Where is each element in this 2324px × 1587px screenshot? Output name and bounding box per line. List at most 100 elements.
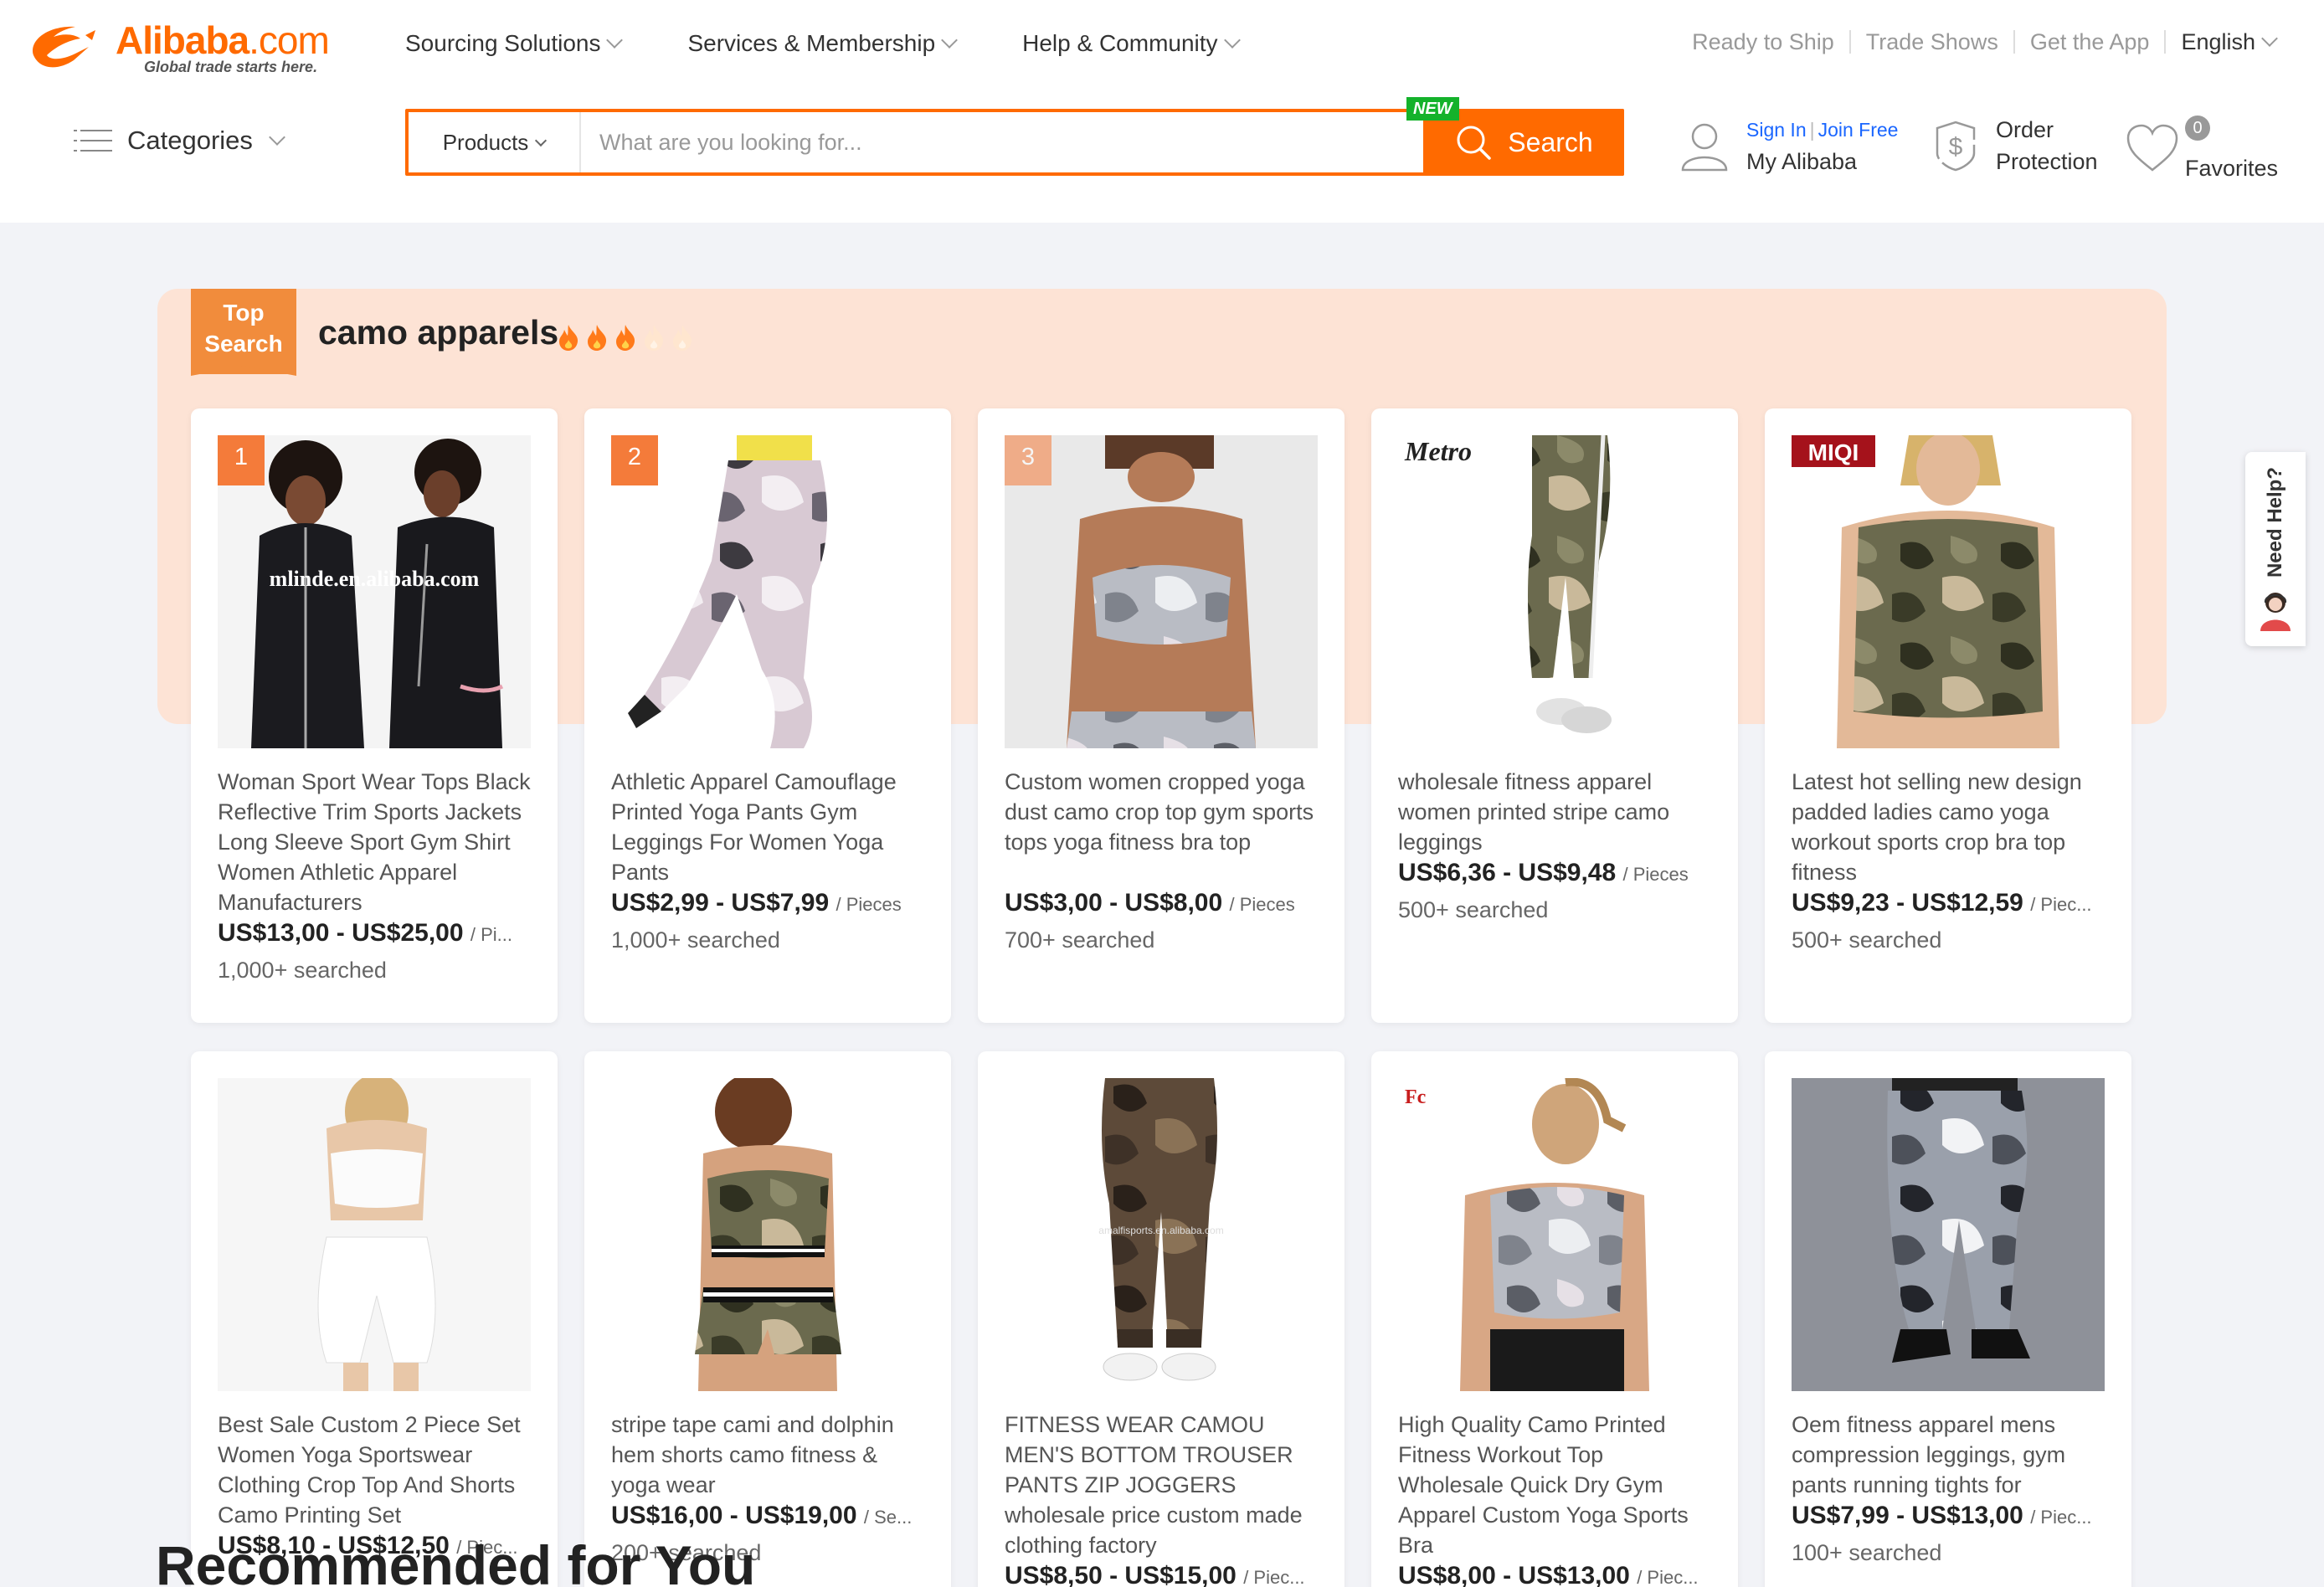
price-unit: / Piec... <box>1243 1567 1305 1587</box>
support-agent-icon <box>2260 593 2291 632</box>
search-category-value: Products <box>442 129 529 155</box>
product-card[interactable]: MIQI Latest hot selling new design padded… <box>1765 408 2131 1023</box>
chevron-down-icon <box>2261 30 2278 47</box>
nav-label: Sourcing Solutions <box>405 30 601 56</box>
chevron-down-icon <box>269 129 285 146</box>
brand-domain: .com <box>249 18 330 62</box>
price-range: US$8,00 - US$13,00 <box>1398 1562 1630 1587</box>
product-image[interactable] <box>611 1078 924 1391</box>
my-alibaba-link[interactable]: My Alibaba <box>1746 146 1898 177</box>
flame-icon-empty <box>673 325 692 351</box>
categories-label: Categories <box>127 126 253 155</box>
searched-count: 700+ searched <box>1005 927 1155 953</box>
price-range: US$7,99 - US$13,00 <box>1792 1502 2023 1529</box>
nav-help-community[interactable]: Help & Community <box>1022 30 1241 57</box>
nav-services-membership[interactable]: Services & Membership <box>687 30 959 57</box>
top-navigation: Sourcing Solutions Services & Membership… <box>405 30 1241 57</box>
product-image[interactable]: amalfisports.en.alibaba.com <box>1005 1078 1318 1391</box>
product-title[interactable]: Oem fitness apparel mens compression leg… <box>1792 1410 2106 1500</box>
price-unit: / Pieces <box>1229 894 1295 915</box>
need-help-tab[interactable]: Need Help? <box>2245 452 2306 646</box>
heart-icon <box>2126 124 2178 172</box>
price-unit: / Pieces <box>836 894 902 915</box>
product-card[interactable]: 2 Athletic Apparel Camouflage Printed Yog… <box>584 408 951 1023</box>
search-input[interactable] <box>581 112 1566 172</box>
site-header: Alibaba.com Global trade starts here. So… <box>0 0 2324 223</box>
product-title[interactable]: FITNESS WEAR CAMOU MEN'S BOTTOM TROUSER … <box>1005 1410 1319 1560</box>
product-card[interactable]: Oem fitness apparel mens compression leg… <box>1765 1051 2131 1587</box>
get-app-link[interactable]: Get the App <box>2015 30 2167 54</box>
product-image[interactable] <box>611 435 924 748</box>
product-card[interactable]: Metro wholesale fitness apparel women pri… <box>1371 408 1738 1023</box>
product-image[interactable] <box>1005 435 1318 748</box>
product-title[interactable]: High Quality Camo Printed Fitness Workou… <box>1398 1410 1713 1560</box>
shield-dollar-icon: $ <box>1936 121 1976 172</box>
price-range: US$2,99 - US$7,99 <box>611 889 830 917</box>
language-selector[interactable]: English <box>2166 30 2291 54</box>
brand-name: Alibaba <box>116 18 249 62</box>
favorites-count-badge: 0 <box>2185 116 2210 141</box>
join-free-link[interactable]: Join Free <box>1818 119 1899 141</box>
need-help-label: Need Help? <box>2264 466 2286 578</box>
product-title[interactable]: Best Sale Custom 2 Piece Set Women Yoga … <box>218 1410 532 1530</box>
svg-text:$: $ <box>1949 133 1963 161</box>
language-label: English <box>2181 29 2255 54</box>
ribbon-tail <box>191 366 296 376</box>
price-range: US$16,00 - US$19,00 <box>611 1502 857 1529</box>
alibaba-logo[interactable]: Alibaba.com Global trade starts here. <box>25 18 330 76</box>
categories-menu[interactable]: Categories <box>74 126 285 156</box>
product-title[interactable]: stripe tape cami and dolphin hem shorts … <box>611 1410 926 1500</box>
product-price: US$16,00 - US$19,00 / Se... <box>611 1502 929 1530</box>
trade-shows-link[interactable]: Trade Shows <box>1851 30 2015 54</box>
svg-text:MIQI: MIQI <box>1808 439 1859 465</box>
nav-sourcing-solutions[interactable]: Sourcing Solutions <box>405 30 624 57</box>
order-protection-line2: Protection <box>1996 149 2098 174</box>
order-protection[interactable]: $ Order Protection <box>1932 114 2098 177</box>
search-button-label: Search <box>1508 126 1593 157</box>
svg-text:amalfisports.en.alibaba.com: amalfisports.en.alibaba.com <box>1098 1225 1223 1236</box>
ready-to-ship-link[interactable]: Ready to Ship <box>1677 30 1851 54</box>
product-price: US$2,99 - US$7,99 / Pieces <box>611 889 929 917</box>
product-title[interactable]: Athletic Apparel Camouflage Printed Yoga… <box>611 767 926 887</box>
product-card[interactable]: 3 Custom women cropped yoga dust camo cro… <box>978 408 1345 1023</box>
searched-count: 1,000+ searched <box>218 958 387 983</box>
product-price: US$3,00 - US$8,00 / Pieces <box>1005 889 1323 917</box>
product-card[interactable]: Fc High Quality Camo Printed Fitness Work… <box>1371 1051 1738 1587</box>
product-title[interactable]: Latest hot selling new design padded lad… <box>1792 767 2106 887</box>
price-range: US$8,50 - US$15,00 <box>1005 1562 1237 1587</box>
product-image[interactable] <box>218 1078 531 1391</box>
product-card[interactable]: mlinde.en.alibaba.com 1 Woman Sport Wear T… <box>191 408 558 1023</box>
ribbon-line1: Top <box>223 300 265 326</box>
rank-badge: 1 <box>218 435 265 485</box>
product-card[interactable]: Best Sale Custom 2 Piece Set Women Yoga … <box>191 1051 558 1587</box>
heat-rating <box>556 323 695 352</box>
product-title[interactable]: Custom women cropped yoga dust camo crop… <box>1005 767 1319 857</box>
product-image[interactable]: Metro <box>1398 435 1711 748</box>
rank-badge: 3 <box>1005 435 1051 485</box>
ribbon-line2: Search <box>204 331 283 357</box>
price-unit: / Piec... <box>2030 894 2092 915</box>
product-card[interactable]: amalfisports.en.alibaba.com FITNESS WEAR … <box>978 1051 1345 1587</box>
search-category-dropdown[interactable]: Products <box>409 112 581 172</box>
product-title[interactable]: wholesale fitness apparel women printed … <box>1398 767 1713 857</box>
searched-count: 100+ searched <box>1792 1540 1942 1565</box>
searched-count: 1,000+ searched <box>611 927 780 953</box>
price-unit: / Pieces <box>1622 864 1689 885</box>
favorites-label: Favorites <box>2185 156 2279 181</box>
product-price: US$9,23 - US$12,59 / Piec... <box>1792 889 2110 917</box>
product-image[interactable]: Fc <box>1398 1078 1711 1391</box>
user-icon[interactable] <box>1679 120 1730 172</box>
price-range: US$9,23 - US$12,59 <box>1792 889 2023 917</box>
list-menu-icon <box>74 126 112 155</box>
sign-in-link[interactable]: Sign In <box>1746 119 1807 141</box>
product-image[interactable]: mlinde.en.alibaba.com <box>218 435 531 748</box>
product-image[interactable]: MIQI <box>1792 435 2105 748</box>
chevron-down-icon <box>941 32 959 49</box>
top-search-keyword[interactable]: camo apparels <box>318 313 558 352</box>
product-card[interactable]: stripe tape cami and dolphin hem shorts … <box>584 1051 951 1587</box>
favorites[interactable]: 0 Favorites <box>2125 114 2278 182</box>
brand-tagline: Global trade starts here. <box>144 59 318 75</box>
product-title[interactable]: Woman Sport Wear Tops Black Reflective T… <box>218 767 532 917</box>
product-image[interactable] <box>1792 1078 2105 1391</box>
price-range: US$3,00 - US$8,00 <box>1005 889 1223 917</box>
